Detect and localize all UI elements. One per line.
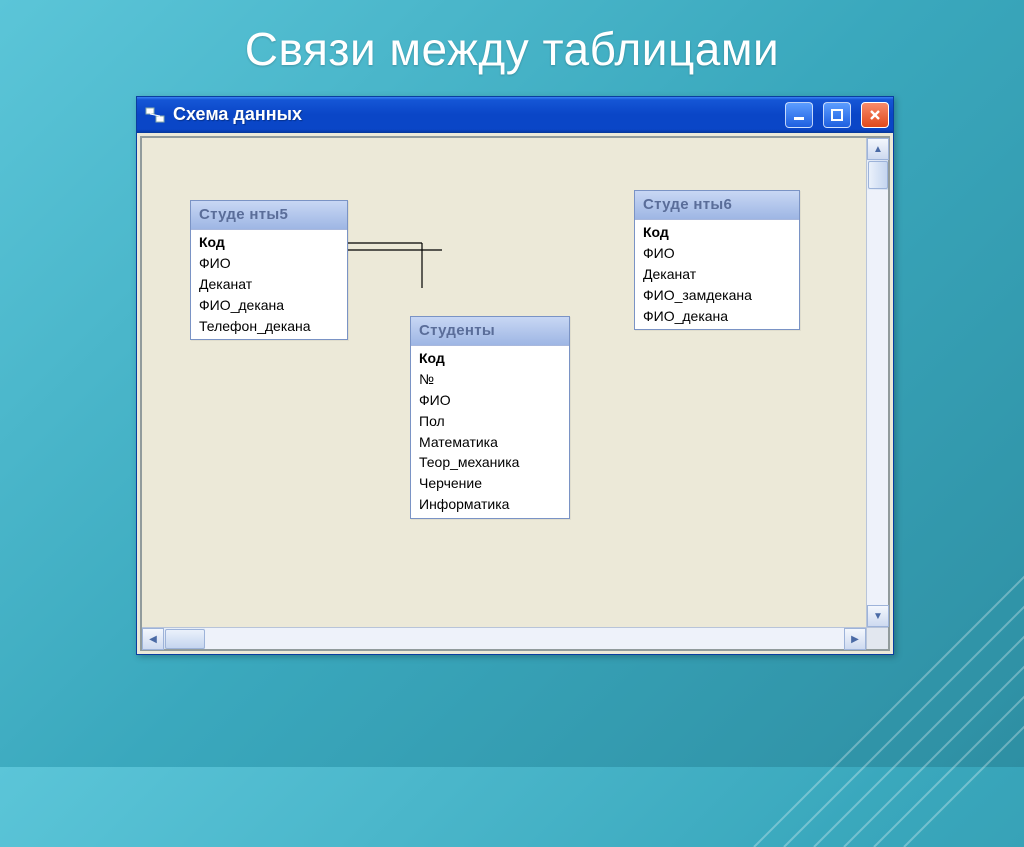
table-field[interactable]: Пол [411,411,569,432]
table-field[interactable]: ФИО_декана [635,306,799,327]
scroll-thumb[interactable] [868,161,888,189]
chevron-down-icon: ▼ [873,611,883,622]
table-field[interactable]: ФИО [635,243,799,264]
table-header: Студе нты5 [191,201,347,230]
table-field[interactable]: ФИО_декана [191,295,347,316]
close-button[interactable] [861,102,889,128]
diagram-canvas[interactable]: Студе нты5 Код ФИО Деканат ФИО_декана Те… [142,138,866,627]
table-field[interactable]: Информатика [411,494,569,515]
page-title: Связи между таблицами [0,0,1024,76]
scroll-down-button[interactable]: ▼ [867,605,889,627]
table-field[interactable]: Код [635,222,799,243]
table-students[interactable]: Студенты Код № ФИО Пол Математика Теор_м… [410,316,570,519]
chevron-left-icon: ◀ [149,634,157,645]
scroll-right-button[interactable]: ▶ [844,628,866,650]
minimize-button[interactable] [785,102,813,128]
app-icon [145,106,165,124]
chevron-up-icon: ▲ [873,144,883,155]
table-field[interactable]: № [411,369,569,390]
table-field[interactable]: Деканат [191,274,347,295]
scroll-left-button[interactable]: ◀ [142,628,164,650]
table-students6[interactable]: Студе нты6 Код ФИО Деканат ФИО_замдекана… [634,190,800,330]
table-field[interactable]: Телефон_декана [191,316,347,337]
table-header: Студенты [411,317,569,346]
table-field[interactable]: ФИО_замдекана [635,285,799,306]
maximize-button[interactable] [823,102,851,128]
chevron-right-icon: ▶ [851,634,859,645]
table-students5[interactable]: Студе нты5 Код ФИО Деканат ФИО_декана Те… [190,200,348,340]
titlebar[interactable]: Схема данных [137,97,893,133]
vertical-scrollbar[interactable]: ▲ ▼ [866,138,888,627]
scroll-up-button[interactable]: ▲ [867,138,889,160]
window-title: Схема данных [173,104,302,125]
table-field[interactable]: Черчение [411,473,569,494]
table-field[interactable]: Код [411,348,569,369]
minimize-icon [793,109,805,121]
table-field[interactable]: ФИО [411,390,569,411]
client-area: Студе нты5 Код ФИО Деканат ФИО_декана Те… [140,136,890,651]
table-field[interactable]: Математика [411,432,569,453]
horizontal-scrollbar[interactable]: ◀ ▶ [142,627,866,649]
window-schema: Схема данных Студе нты5 [136,96,894,655]
table-field[interactable]: Код [191,232,347,253]
table-field[interactable]: Деканат [635,264,799,285]
table-field[interactable]: Теор_механика [411,452,569,473]
scroll-thumb[interactable] [165,629,205,649]
maximize-icon [831,109,843,121]
table-header: Студе нты6 [635,191,799,220]
scroll-track[interactable] [867,190,888,605]
scroll-track[interactable] [205,628,844,649]
close-icon [869,109,881,121]
scroll-corner [866,627,888,649]
table-field[interactable]: ФИО [191,253,347,274]
